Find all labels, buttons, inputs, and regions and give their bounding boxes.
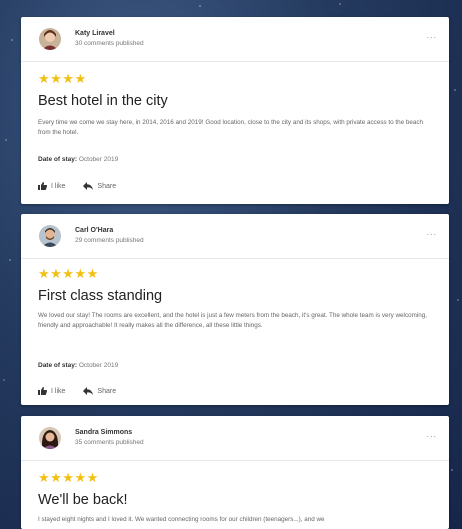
review-title: Best hotel in the city <box>38 93 168 109</box>
share-button[interactable]: Share <box>83 387 116 395</box>
more-options-icon[interactable]: ... <box>426 227 437 237</box>
thumbs-up-icon <box>38 182 47 190</box>
review-header: Carl O'Hara 29 comments published ... <box>21 214 449 259</box>
comment-count: 29 comments published <box>75 237 144 244</box>
review-body: We loved our stay! The rooms are excelle… <box>38 312 427 329</box>
divider <box>21 61 449 62</box>
like-button[interactable]: I like <box>38 182 65 190</box>
date-of-stay: Date of stay: October 2019 <box>38 156 118 163</box>
author-name[interactable]: Sandra Simmons <box>75 429 132 436</box>
review-card: Carl O'Hara 29 comments published ... ★★… <box>21 214 449 405</box>
divider <box>21 460 449 461</box>
date-of-stay: Date of stay: October 2019 <box>38 362 118 369</box>
star-rating: ★★★★★ <box>38 266 99 281</box>
share-label: Share <box>97 387 117 395</box>
like-label: I like <box>51 387 66 395</box>
date-label: Date of stay: <box>38 156 78 163</box>
avatar[interactable] <box>39 225 61 247</box>
share-button[interactable]: Share <box>83 182 116 190</box>
review-actions: I like Share <box>38 182 116 190</box>
star-rating: ★★★★★ <box>38 470 99 485</box>
review-card: Sandra Simmons 35 comments published ...… <box>21 416 449 529</box>
review-title: We'll be back! <box>38 492 128 508</box>
thumbs-up-icon <box>38 387 47 395</box>
avatar[interactable] <box>39 28 61 50</box>
review-header: Sandra Simmons 35 comments published ... <box>21 416 449 461</box>
author-name[interactable]: Carl O'Hara <box>75 227 113 234</box>
share-label: Share <box>97 182 117 190</box>
date-value: October 2019 <box>78 156 119 163</box>
review-body: I stayed eight nights and I loved it. We… <box>38 516 325 523</box>
share-arrow-icon <box>83 182 94 190</box>
date-value: October 2019 <box>78 362 119 369</box>
like-button[interactable]: I like <box>38 387 65 395</box>
comment-count: 35 comments published <box>75 439 144 446</box>
like-label: I like <box>51 182 66 190</box>
review-header: Katy Liravel 30 comments published ... <box>21 17 449 62</box>
author-name[interactable]: Katy Liravel <box>75 30 115 37</box>
more-options-icon[interactable]: ... <box>426 30 437 40</box>
date-label: Date of stay: <box>38 362 78 369</box>
more-options-icon[interactable]: ... <box>426 429 437 439</box>
avatar[interactable] <box>39 427 61 449</box>
review-card: Katy Liravel 30 comments published ... ★… <box>21 17 449 204</box>
comment-count: 30 comments published <box>75 40 144 47</box>
divider <box>21 258 449 259</box>
star-rating: ★★★★ <box>38 71 87 86</box>
share-arrow-icon <box>83 387 94 395</box>
review-actions: I like Share <box>38 387 116 395</box>
review-body: Every time we come we stay here, in 2014… <box>38 119 424 136</box>
review-title: First class standing <box>38 288 163 304</box>
